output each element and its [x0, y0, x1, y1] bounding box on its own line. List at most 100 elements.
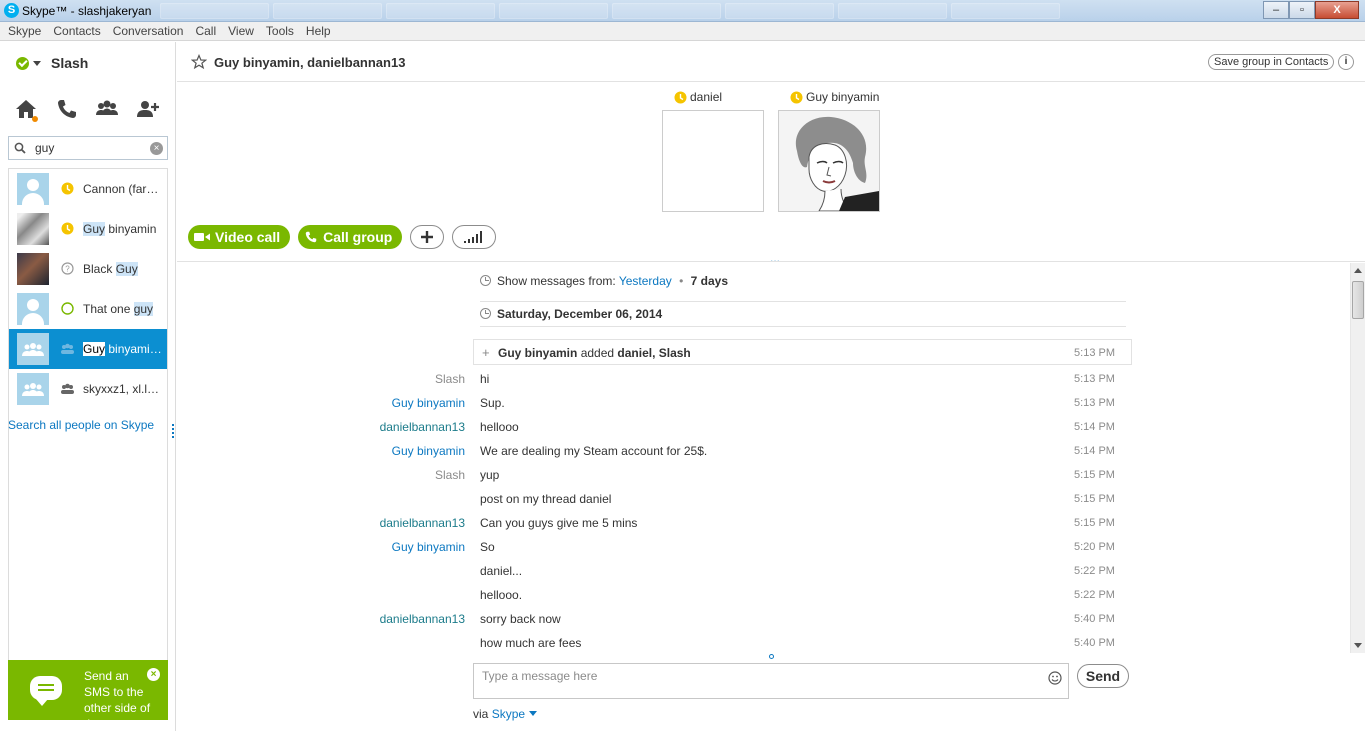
menu-view[interactable]: View — [222, 22, 260, 40]
menu-contacts[interactable]: Contacts — [47, 22, 106, 40]
plus-icon — [421, 231, 434, 243]
message-time: 5:22 PM — [1074, 589, 1115, 601]
emoticon-icon[interactable] — [1048, 671, 1062, 685]
search-icon — [14, 142, 26, 154]
message-row: danielbannan13 Can you guys give me 5 min… — [177, 513, 1365, 537]
call-toolbar: Video call Call group — [188, 225, 497, 251]
event-time: 5:13 PM — [1074, 347, 1115, 359]
scroll-up-icon[interactable] — [1354, 268, 1362, 273]
scroll-down-icon[interactable] — [1354, 643, 1362, 648]
menu-tools[interactable]: Tools — [260, 22, 300, 40]
online-status-icon — [61, 302, 74, 315]
contact-name: Guy binyamin,... — [83, 342, 165, 356]
send-button[interactable]: Send — [1077, 664, 1129, 688]
via-selector[interactable]: via Skype — [473, 707, 538, 721]
panel-resize-handle[interactable] — [172, 424, 175, 438]
message-sender[interactable]: danielbannan13 — [380, 612, 465, 626]
message-sender[interactable]: Slash — [435, 468, 465, 482]
message-time: 5:14 PM — [1074, 445, 1115, 457]
chat-bubble-icon — [30, 676, 62, 706]
clock-icon — [480, 275, 491, 286]
message-row: Guy binyamin We are dealing my Steam acco… — [177, 441, 1365, 465]
message-sender[interactable]: Guy binyamin — [392, 540, 465, 554]
contact-name: Black Guy — [83, 262, 138, 276]
avatar — [17, 293, 49, 325]
sms-promo[interactable]: Send an SMS to the other side of the... … — [8, 660, 168, 731]
message-text: We are dealing my Steam account for 25$. — [480, 444, 708, 458]
message-scrollbar[interactable] — [1350, 263, 1365, 653]
contact-item[interactable]: ? Black Guy — [9, 249, 167, 289]
message-text: Can you guys give me 5 mins — [480, 516, 638, 530]
clear-search-icon[interactable]: × — [150, 142, 163, 155]
message-input[interactable] — [482, 668, 1032, 684]
history-7days-link[interactable]: 7 days — [691, 274, 728, 288]
message-sender[interactable]: danielbannan13 — [380, 420, 465, 434]
via-service[interactable]: Skype — [492, 707, 525, 721]
menu-help[interactable]: Help — [300, 22, 337, 40]
menu-skype[interactable]: Skype — [2, 22, 47, 40]
profile-header[interactable]: Slash — [16, 54, 88, 72]
menu-call[interactable]: Call — [189, 22, 222, 40]
menu-conversation[interactable]: Conversation — [107, 22, 190, 40]
online-status-icon[interactable] — [16, 56, 29, 70]
group-status-icon — [61, 343, 74, 354]
close-button[interactable]: X — [1315, 1, 1359, 19]
conversation-pane: Guy binyamin, danielbannan13 Save group … — [177, 42, 1365, 731]
message-row: danielbannan13 sorry back now 5:40 PM — [177, 609, 1365, 633]
add-button[interactable] — [410, 225, 445, 249]
skype-logo-icon: S — [4, 3, 19, 18]
info-icon[interactable]: i — [1338, 54, 1354, 70]
message-time: 5:40 PM — [1074, 613, 1115, 625]
video-call-button[interactable]: Video call — [188, 225, 291, 249]
expand-handle[interactable]: ... — [770, 251, 780, 265]
participant-avatar — [778, 110, 880, 212]
add-contact-icon[interactable] — [136, 98, 164, 122]
system-event: + Guy binyamin added daniel, Slash 5:13 … — [473, 339, 1132, 365]
contacts-icon[interactable] — [95, 98, 123, 122]
contact-item[interactable]: skyxxz1, xl.lx.... — [9, 369, 167, 409]
call-group-button[interactable]: Call group — [298, 225, 403, 249]
message-sender[interactable]: Guy binyamin — [392, 444, 465, 458]
notification-badge — [32, 116, 38, 122]
scroll-thumb[interactable] — [1352, 281, 1364, 319]
contact-item[interactable]: Guy binyamin — [9, 209, 167, 249]
contact-item[interactable]: Cannon (farm... — [9, 169, 167, 209]
message-sender[interactable]: danielbannan13 — [380, 516, 465, 530]
participant-tile[interactable]: Guy binyamin — [778, 90, 880, 212]
history-yesterday-link[interactable]: Yesterday — [619, 274, 672, 288]
message-time: 5:13 PM — [1074, 373, 1115, 385]
chevron-down-icon[interactable] — [33, 60, 41, 66]
participant-tile[interactable]: daniel — [662, 90, 764, 212]
phone-icon[interactable] — [55, 98, 83, 122]
chevron-down-icon[interactable] — [529, 711, 538, 716]
search-input[interactable] — [35, 140, 145, 156]
message-text: So — [480, 540, 495, 554]
search-box[interactable]: × — [8, 136, 168, 160]
save-group-button[interactable]: Save group in Contacts — [1208, 54, 1335, 70]
search-all-link[interactable]: Search all people on Skype — [8, 418, 154, 432]
signal-bars-icon — [464, 231, 483, 243]
close-icon[interactable]: × — [147, 668, 160, 681]
message-sender[interactable]: Guy binyamin — [392, 396, 465, 410]
maximize-button[interactable]: ▫ — [1289, 1, 1315, 19]
composer-resize-handle[interactable] — [769, 654, 774, 659]
star-icon[interactable] — [191, 54, 207, 70]
history-filter: Show messages from: Yesterday • 7 days S… — [480, 274, 1126, 327]
video-camera-icon — [194, 233, 210, 241]
profile-name[interactable]: Slash — [51, 55, 88, 71]
menu-bar: Skype Contacts Conversation Call View To… — [0, 22, 1365, 41]
message-time: 5:15 PM — [1074, 493, 1115, 505]
message-row: Slash yup 5:15 PM — [177, 465, 1365, 489]
contact-item[interactable]: That one guy — [9, 289, 167, 329]
call-quality-button[interactable] — [452, 225, 497, 249]
contact-item-selected[interactable]: Guy binyamin,... — [9, 329, 167, 369]
phone-icon — [305, 231, 317, 243]
sidebar: Slash × Cannon (farm... G — [0, 42, 176, 731]
message-sender[interactable]: Slash — [435, 372, 465, 386]
video-call-label: Video call — [215, 229, 281, 245]
divider — [177, 261, 1365, 262]
minimize-button[interactable]: – — [1263, 1, 1289, 19]
home-icon[interactable] — [14, 98, 42, 122]
message-composer[interactable] — [473, 663, 1069, 699]
history-range: Show messages from: Yesterday • 7 days — [480, 274, 1126, 288]
